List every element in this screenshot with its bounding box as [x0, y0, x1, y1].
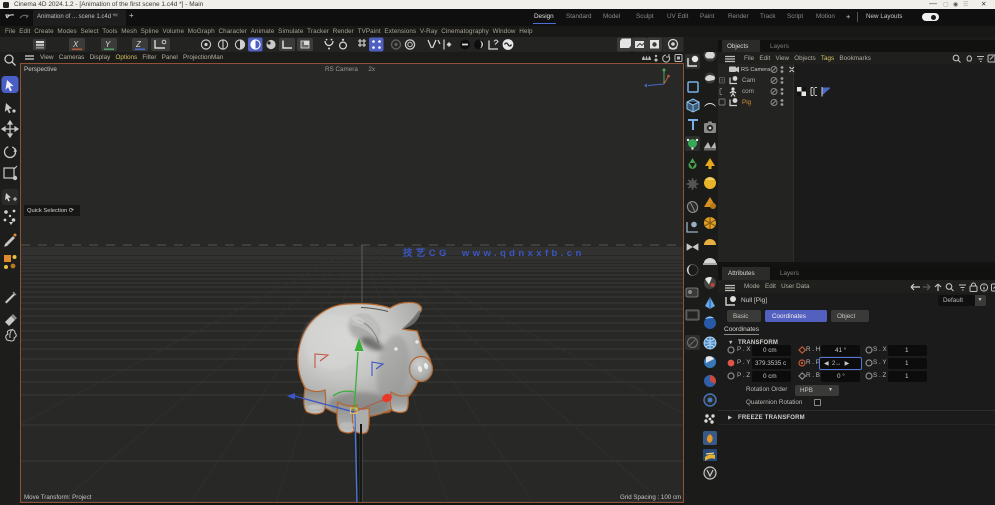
svg-text:X: X [72, 40, 79, 49]
svg-text:Y: Y [105, 40, 111, 49]
